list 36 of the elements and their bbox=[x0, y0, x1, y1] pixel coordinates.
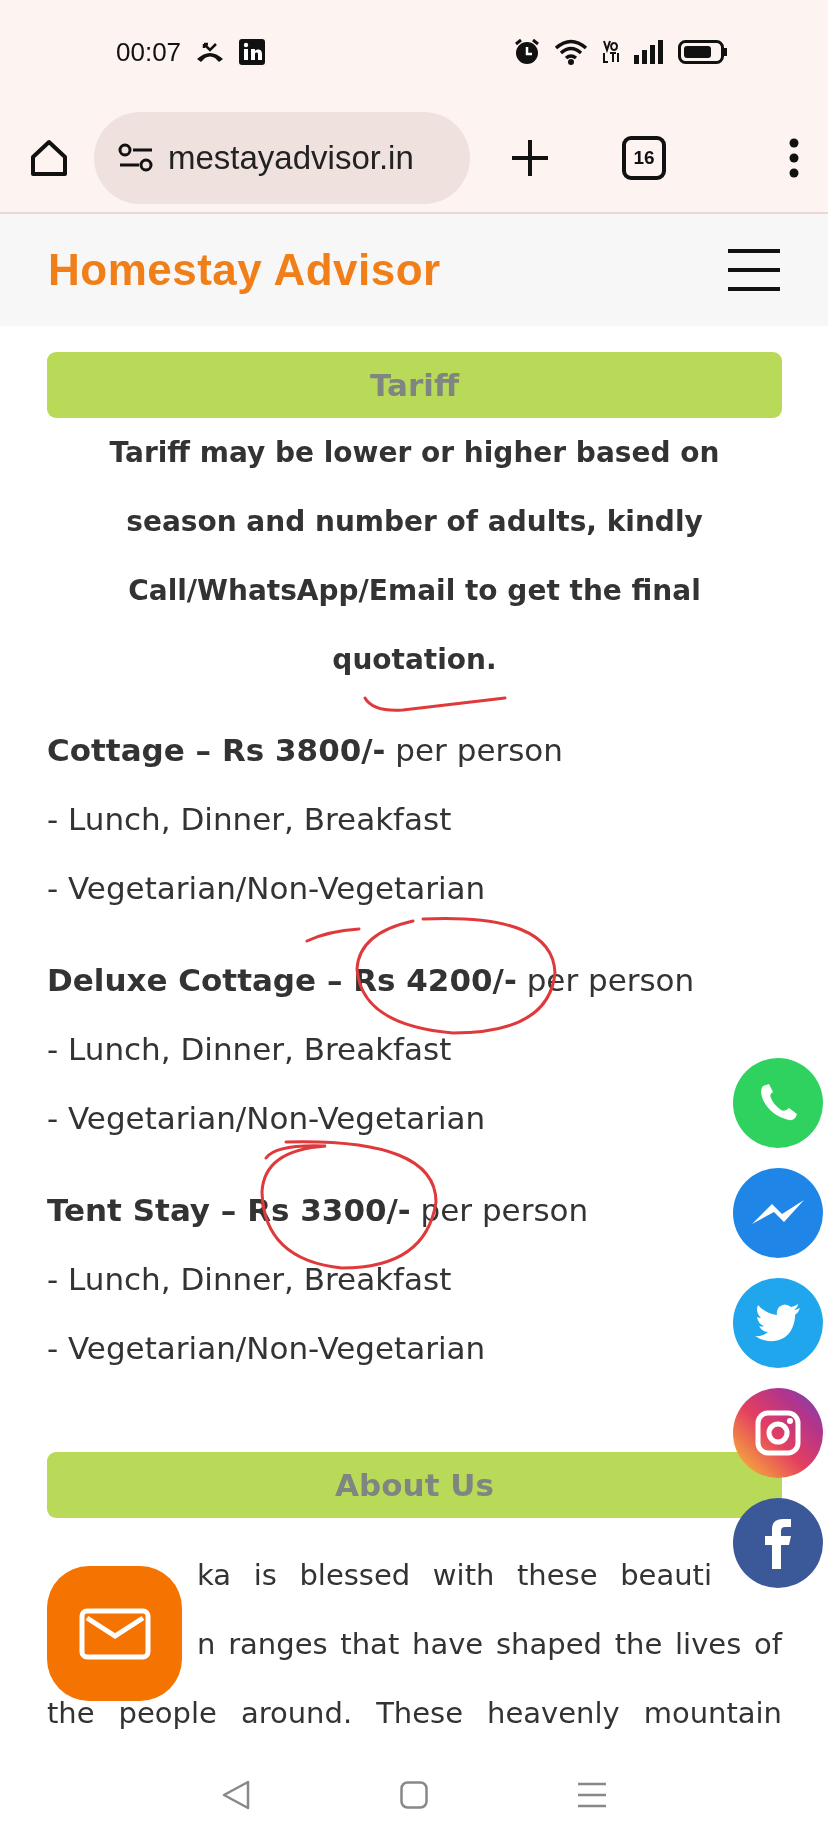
site-settings-icon[interactable] bbox=[118, 143, 154, 173]
alarm-icon bbox=[514, 38, 540, 66]
address-bar[interactable]: mestayadvisor.in bbox=[94, 112, 470, 204]
about-text: ka is blessed with these beauti bbox=[197, 1557, 712, 1594]
tariff-note: Tariff may be lower or higher based on season and number of adults, kindly Call/WhatsApp/Email to get the final quotation. bbox=[108, 435, 721, 678]
section-heading: Tariff bbox=[47, 352, 782, 418]
recents-icon[interactable] bbox=[578, 1782, 606, 1808]
home-icon[interactable] bbox=[28, 137, 70, 179]
rate-detail: - Vegetarian/Non-Vegetarian bbox=[47, 1099, 486, 1138]
facebook-icon bbox=[764, 1517, 792, 1569]
rate-detail: - Lunch, Dinner, Breakfast bbox=[47, 1260, 452, 1299]
battery-icon bbox=[678, 40, 728, 64]
wifi-icon bbox=[554, 38, 588, 66]
menu-icon[interactable] bbox=[788, 138, 800, 178]
rate-detail: - Lunch, Dinner, Breakfast bbox=[47, 1030, 452, 1069]
status-time: 00:07 bbox=[116, 36, 182, 68]
back-icon[interactable] bbox=[222, 1780, 250, 1810]
home-button-icon[interactable] bbox=[400, 1781, 428, 1809]
about-text: n ranges that have shaped the lives of bbox=[197, 1626, 782, 1663]
section-heading: About Us bbox=[47, 1452, 782, 1518]
mail-icon bbox=[78, 1607, 151, 1660]
camera-icon bbox=[755, 1410, 801, 1456]
linkedin-icon bbox=[239, 39, 266, 65]
rate-detail: - Vegetarian/Non-Vegetarian bbox=[47, 1329, 486, 1368]
url-text: mestayadvisor.in bbox=[168, 139, 414, 177]
new-tab-icon[interactable] bbox=[510, 138, 550, 178]
menu-icon[interactable] bbox=[728, 248, 780, 292]
rate-title: Cottage – Rs 3800/- per person bbox=[47, 731, 563, 770]
tab-count[interactable]: 16 bbox=[622, 136, 666, 180]
rate-detail: - Lunch, Dinner, Breakfast bbox=[47, 800, 452, 839]
volte-icon bbox=[602, 39, 620, 65]
signal-icon bbox=[634, 40, 664, 64]
email-button[interactable] bbox=[47, 1566, 182, 1701]
bird-icon bbox=[754, 1303, 802, 1343]
rate-detail: - Vegetarian/Non-Vegetarian bbox=[47, 869, 486, 908]
about-text: the people around. These heavenly mountain bbox=[47, 1695, 782, 1732]
